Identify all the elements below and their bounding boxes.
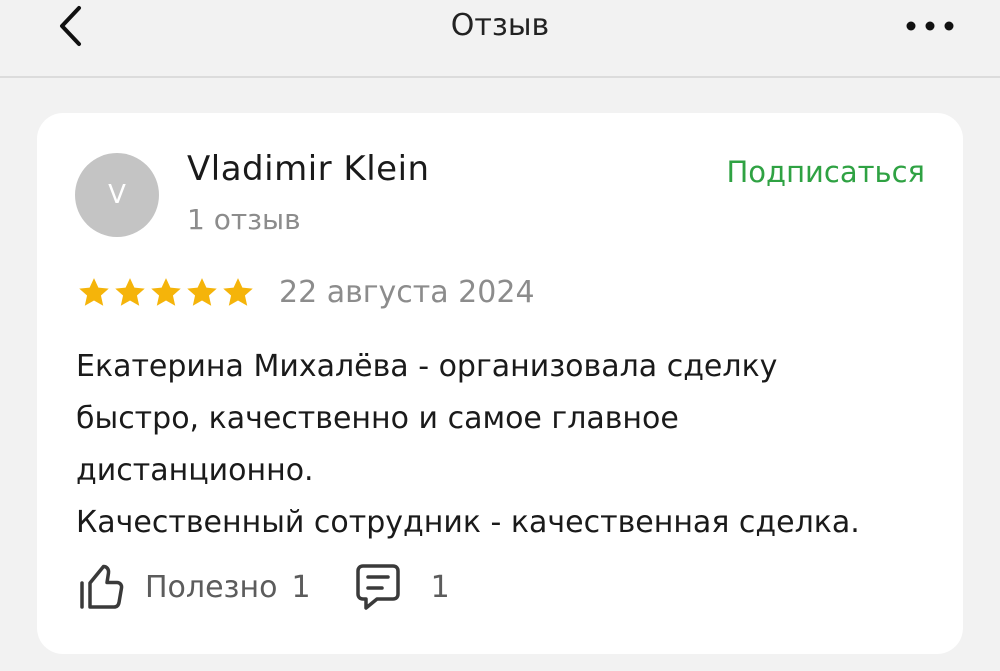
useful-label: Полезно (145, 569, 278, 605)
more-horizontal-icon (906, 21, 954, 31)
more-options-button[interactable] (900, 6, 960, 46)
review-card: V Vladimir Klein 1 отзыв Подписаться 22 … (37, 113, 963, 654)
star-icon (223, 278, 253, 306)
author-name[interactable]: Vladimir Klein (187, 149, 430, 189)
chevron-left-icon (60, 6, 81, 46)
avatar-initial: V (108, 180, 126, 210)
comment-count: 1 (430, 569, 450, 605)
subscribe-button[interactable]: Подписаться (727, 155, 926, 189)
review-text-line: Екатерина Михалёва - организовала сделку (76, 349, 778, 384)
page-title: Отзыв (450, 8, 550, 43)
review-text-line: быстро, качественно и самое главное (76, 401, 679, 436)
thumbs-up-icon (80, 564, 124, 609)
avatar[interactable]: V (75, 153, 159, 237)
review-actions: Полезно 1 1 (77, 563, 450, 611)
top-bar: Отзыв (0, 0, 1000, 78)
star-rating (77, 276, 255, 310)
review-date: 22 августа 2024 (279, 275, 535, 310)
review-text-line: дистанционно. (76, 453, 314, 488)
review-text-line: Качественный сотрудник - качественная сд… (76, 505, 860, 540)
comments-button[interactable]: 1 (355, 563, 450, 611)
star-icon (187, 278, 217, 306)
review-text: Екатерина Михалёва - организовала сделку… (76, 341, 936, 549)
back-button[interactable] (48, 4, 92, 48)
useful-count: 1 (291, 569, 311, 605)
star-icon (151, 278, 181, 306)
author-review-count: 1 отзыв (187, 203, 301, 236)
useful-button[interactable]: Полезно 1 (77, 563, 311, 611)
star-icon (115, 278, 145, 306)
comment-icon (355, 564, 400, 610)
star-icon (79, 278, 109, 306)
